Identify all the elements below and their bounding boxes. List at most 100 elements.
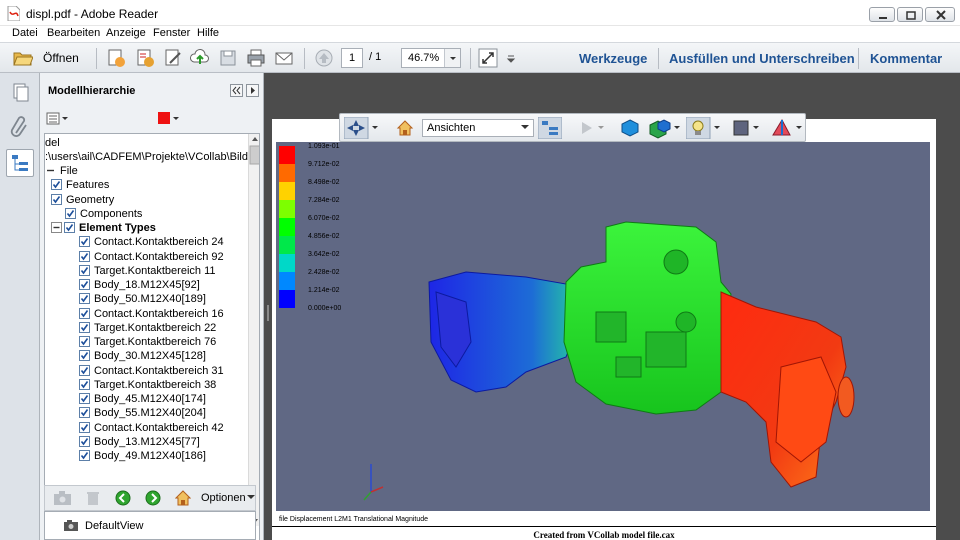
default-view-item[interactable]: DefaultView xyxy=(85,520,144,532)
tree-item-label: Contact.Kontaktbereich 16 xyxy=(94,307,224,320)
tree-item[interactable]: Body_30.M12X45[128] xyxy=(79,349,206,363)
zoom-dropdown-button[interactable] xyxy=(444,49,460,67)
pages-button[interactable] xyxy=(6,79,34,107)
render-mode-icon[interactable] xyxy=(646,117,680,139)
3d-toolbar: Ansichten xyxy=(339,113,806,142)
tree-item[interactable]: Target.Kontaktbereich 11 xyxy=(79,264,215,278)
tree-vertical-scrollbar[interactable] xyxy=(248,134,259,526)
lighting-icon[interactable] xyxy=(686,117,724,139)
tree-item-label: Body_18.M12X45[92] xyxy=(94,279,200,291)
previous-view-icon[interactable] xyxy=(115,490,131,506)
tree-item-label: Body_45.M12X40[174] xyxy=(94,393,206,405)
tree-path-partial: del xyxy=(45,137,60,149)
email-icon[interactable] xyxy=(274,48,294,68)
tree-item[interactable]: Element Types xyxy=(51,221,156,235)
tree-item[interactable]: Body_50.M12X40[189] xyxy=(79,292,206,306)
legend-value: 8.498e-02 xyxy=(308,179,340,186)
tools-link[interactable]: Werkzeuge xyxy=(579,51,647,66)
more-tools-icon[interactable] xyxy=(505,48,517,68)
tree-item[interactable]: Contact.Kontaktbereich 24 xyxy=(79,235,224,249)
edit-pdf-icon[interactable] xyxy=(163,48,183,68)
page-number-input[interactable]: 1 xyxy=(341,48,363,68)
tree-item[interactable]: Target.Kontaktbereich 22 xyxy=(79,321,216,335)
checkbox-checked-icon xyxy=(79,350,90,362)
export-pdf-icon[interactable] xyxy=(135,48,155,68)
legend-value: 4.856e-02 xyxy=(308,233,340,240)
fit-page-icon[interactable] xyxy=(478,48,498,68)
tree-item-label: Body_55.M12X40[204] xyxy=(94,407,206,420)
home-icon[interactable] xyxy=(175,490,191,506)
chevron-down-icon[interactable] xyxy=(247,495,255,501)
3d-viewport[interactable] xyxy=(276,142,930,511)
minimize-button[interactable] xyxy=(869,7,895,22)
menu-anzeige[interactable]: Anzeige xyxy=(106,27,146,39)
menu-hilfe[interactable]: Hilfe xyxy=(197,27,219,39)
tree-item[interactable]: Components xyxy=(65,207,142,221)
menu-datei[interactable]: Datei xyxy=(12,27,38,39)
home-icon[interactable] xyxy=(396,119,414,137)
attachments-button[interactable] xyxy=(6,113,34,141)
rotate-tool-icon[interactable] xyxy=(344,117,380,139)
tree-item[interactable]: Features xyxy=(51,178,109,192)
window-title: displ.pdf - Adobe Reader xyxy=(26,7,159,21)
model-tree-button[interactable] xyxy=(6,149,34,177)
tree-item[interactable]: Body_49.M12X40[186] xyxy=(79,449,206,463)
tree-item[interactable]: Body_55.M12X40[204] xyxy=(79,406,206,420)
tree-item[interactable]: Contact.Kontaktbereich 42 xyxy=(79,421,224,435)
tree-item-label: Features xyxy=(66,179,110,192)
background-color-icon[interactable] xyxy=(732,119,762,137)
maximize-button[interactable] xyxy=(897,7,923,22)
checkbox-checked-icon xyxy=(79,435,90,447)
projection-icon[interactable] xyxy=(620,118,640,138)
separator xyxy=(304,48,305,69)
trash-icon[interactable] xyxy=(85,490,101,506)
tree-item-label: Geometry xyxy=(66,193,115,206)
play-animation-icon[interactable] xyxy=(580,120,606,136)
menu-fenster[interactable]: Fenster xyxy=(153,27,190,39)
panel-next-button[interactable] xyxy=(246,84,259,97)
comment-link[interactable]: Kommentar xyxy=(870,51,942,66)
tree-item[interactable]: Body_18.M12X45[92] xyxy=(79,278,200,292)
next-view-icon[interactable] xyxy=(145,490,161,506)
tree-item[interactable]: Target.Kontaktbereich 38 xyxy=(79,378,216,392)
folder-open-icon[interactable] xyxy=(13,48,33,68)
create-pdf-icon[interactable] xyxy=(106,48,126,68)
color-picker-icon[interactable] xyxy=(157,112,179,125)
tree-item[interactable]: Contact.Kontaktbereich 92 xyxy=(79,250,224,264)
restore-icon xyxy=(906,11,916,20)
tree-item[interactable]: Body_13.M12X45[77] xyxy=(79,435,200,449)
zoom-select[interactable]: 46.7% xyxy=(401,48,461,68)
page-up-icon[interactable] xyxy=(314,48,334,68)
tree-item[interactable]: Contact.Kontaktbereich 16 xyxy=(79,307,224,321)
checkbox-checked-icon xyxy=(79,236,90,248)
checkbox-checked-icon xyxy=(79,321,90,333)
triangle-right-icon xyxy=(251,87,255,94)
cross-section-icon[interactable] xyxy=(770,117,804,139)
close-button[interactable] xyxy=(925,7,955,22)
tree-item[interactable]: Body_45.M12X40[174] xyxy=(79,392,206,406)
open-button[interactable]: Öffnen xyxy=(43,51,79,65)
camera-icon[interactable] xyxy=(53,490,73,506)
panel-splitter[interactable] xyxy=(264,73,272,540)
save-icon[interactable] xyxy=(218,48,238,68)
tree-item[interactable]: Target.Kontaktbereich 76 xyxy=(79,335,216,349)
menu-bearbeiten[interactable]: Bearbeiten xyxy=(47,27,100,39)
tree-item-label: File xyxy=(60,165,78,177)
print-icon[interactable] xyxy=(246,48,266,68)
tree-item[interactable]: File xyxy=(45,164,78,178)
document-gutter xyxy=(936,73,960,540)
collapse-icon[interactable] xyxy=(51,222,62,233)
tree-item[interactable]: Contact.Kontaktbereich 31 xyxy=(79,364,224,378)
tree-item[interactable]: Geometry xyxy=(51,193,114,207)
options-button[interactable]: Optionen xyxy=(201,492,246,504)
legend-swatch xyxy=(279,272,295,290)
collapse-panel-button[interactable] xyxy=(230,84,243,97)
chevron-down-icon xyxy=(521,125,529,129)
fill-sign-link[interactable]: Ausfüllen und Unterschreiben xyxy=(669,51,855,66)
views-dropdown[interactable]: Ansichten xyxy=(422,119,534,137)
cloud-upload-icon[interactable] xyxy=(190,48,210,68)
separator xyxy=(858,48,859,69)
tree-options-icon[interactable] xyxy=(46,112,68,125)
collapse-icon[interactable] xyxy=(45,165,56,176)
model-tree-toggle-icon[interactable] xyxy=(538,117,562,139)
